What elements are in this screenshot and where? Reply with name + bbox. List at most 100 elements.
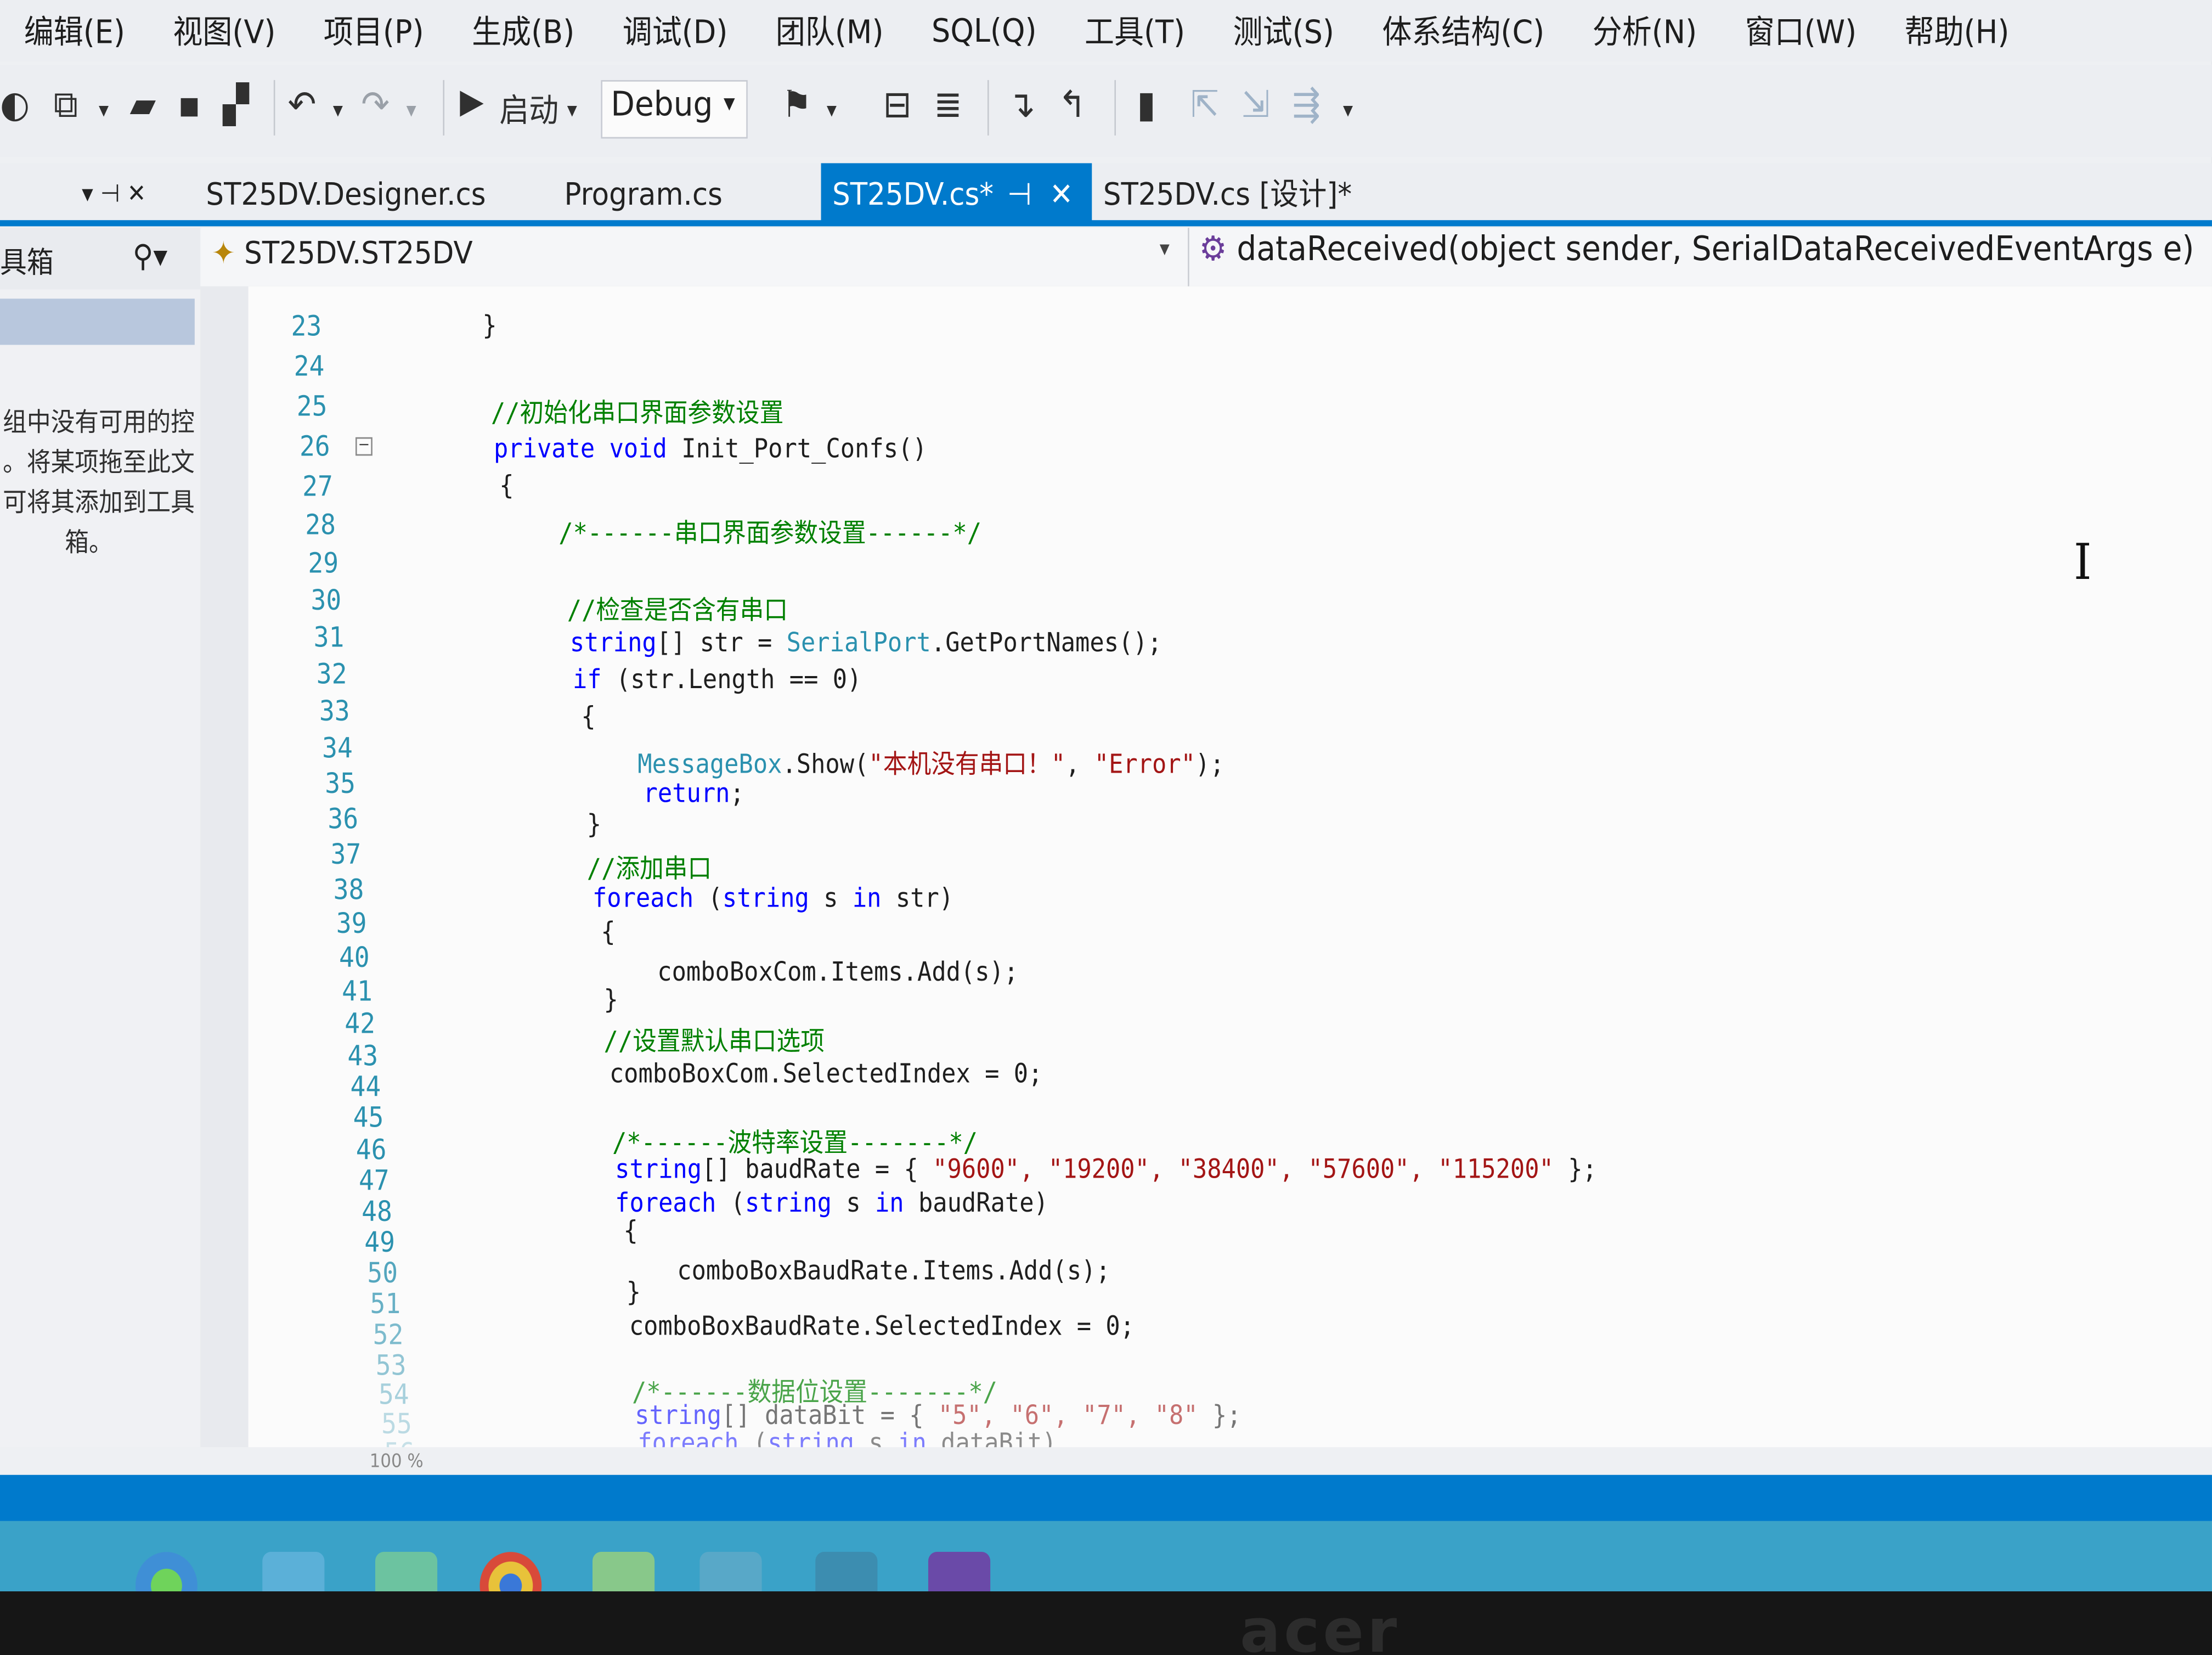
start-dropdown-icon[interactable]: ▾: [567, 99, 577, 123]
document-tab-strip: ▾ ⊣ ✕ ST25DV.Designer.cs Program.cs ST25…: [0, 163, 2212, 225]
toolbar-options-icon[interactable]: ▾: [1343, 99, 1353, 123]
menu-test[interactable]: 测试(S): [1209, 8, 1358, 54]
member-scope-label: dataReceived(object sender, SerialDataRe…: [1237, 230, 2194, 269]
toolbar-separator: [987, 80, 989, 136]
menu-architecture[interactable]: 体系结构(C): [1358, 8, 1568, 54]
undo-dropdown-icon[interactable]: ▾: [333, 99, 343, 123]
line-number: 23: [291, 311, 322, 344]
code-line-39: {: [601, 917, 616, 949]
menu-edit[interactable]: 编辑(E): [0, 8, 149, 54]
code-line-32: if (str.Length == 0): [572, 665, 862, 696]
class-scope-label: ST25DV.ST25DV: [244, 234, 473, 271]
line-number: 43: [347, 1040, 379, 1073]
line-number: 51: [370, 1288, 401, 1321]
class-scope-dropdown[interactable]: ✦ ST25DV.ST25DV: [212, 234, 473, 271]
editor-status-row: 100 %: [0, 1447, 2212, 1478]
save-all-icon[interactable]: ▞: [223, 83, 249, 127]
solution-explorer-icon[interactable]: ⊟: [883, 83, 912, 127]
tab-program-cs[interactable]: Program.cs: [553, 163, 734, 224]
back-icon[interactable]: ◐: [0, 83, 30, 127]
redo-icon[interactable]: ↷: [361, 83, 390, 127]
search-icon[interactable]: ⚲▾: [133, 237, 167, 274]
menu-window[interactable]: 窗口(W): [1721, 8, 1881, 54]
menu-tools[interactable]: 工具(T): [1060, 8, 1209, 54]
menu-sql[interactable]: SQL(Q): [907, 12, 1060, 49]
toolbox-title: 具箱: [0, 246, 54, 280]
member-scope-dropdown[interactable]: ⚙ dataReceived(object sender, SerialData…: [1199, 231, 2212, 283]
line-number: 49: [364, 1227, 395, 1259]
line-number: 32: [316, 658, 347, 691]
code-line-30: //检查是否含有串口: [567, 595, 788, 627]
brand-logo: acer: [1240, 1596, 1401, 1655]
step-into-icon[interactable]: ↴: [1007, 83, 1036, 127]
line-number: 38: [333, 874, 364, 907]
line-number: 44: [350, 1071, 381, 1104]
line-number: 39: [336, 908, 367, 941]
tab-st25dv-design[interactable]: ST25DV.cs [设计]*: [1092, 163, 1363, 224]
undo-icon[interactable]: ↶: [288, 83, 317, 127]
next-bookmark-icon[interactable]: ⇲: [1242, 83, 1270, 127]
save-icon[interactable]: ▪: [178, 83, 201, 127]
line-number: 31: [313, 622, 345, 655]
new-project-icon[interactable]: ⧉: [54, 83, 78, 127]
line-number: 37: [330, 839, 362, 871]
start-play-icon[interactable]: ▶: [460, 83, 484, 122]
code-editor[interactable]: 23 24 25 26 27 28 29 30 31 32 33 34 35 3…: [200, 286, 2212, 1472]
clear-bookmarks-icon[interactable]: ⇶: [1292, 83, 1321, 127]
pane-dropdown-icon[interactable]: ▾ ⊣ ✕: [71, 163, 157, 224]
redo-dropdown-icon[interactable]: ▾: [407, 99, 416, 123]
configuration-value: Debug: [611, 86, 713, 125]
chevron-down-icon: ▾: [724, 87, 735, 117]
solution-configuration-select[interactable]: Debug ▾: [601, 80, 748, 139]
open-file-icon[interactable]: ▰: [130, 83, 156, 127]
line-number: 42: [345, 1008, 375, 1041]
line-number: 40: [338, 942, 370, 975]
code-line-48: {: [623, 1216, 638, 1247]
start-button-label[interactable]: 启动: [499, 86, 558, 132]
line-number: 55: [381, 1409, 412, 1442]
code-line-36: }: [586, 809, 602, 841]
line-number: 46: [356, 1134, 387, 1167]
standard-toolbar: ◐ ⧉ ▾ ▰ ▪ ▞ ↶ ▾ ↷ ▾ ▶ 启动 ▾ ⚑ ▾ ⊟ ≣ ↴ ↰ ▮…: [0, 64, 2212, 157]
dropdown-arrow-icon[interactable]: ▾: [99, 99, 109, 123]
chevron-down-icon[interactable]: ▾: [1160, 237, 1170, 262]
attach-process-icon[interactable]: ⚑: [782, 83, 812, 127]
laptop-bezel: [0, 1591, 2212, 1655]
tab-designer-cs[interactable]: ST25DV.Designer.cs: [195, 163, 497, 224]
overflow-icon[interactable]: ▾: [827, 99, 837, 123]
bookmark-icon[interactable]: ▮: [1137, 83, 1156, 127]
pin-icon[interactable]: ⊣: [1007, 163, 1032, 224]
step-out-icon[interactable]: ↰: [1058, 83, 1087, 127]
menu-help[interactable]: 帮助(H): [1881, 8, 2033, 54]
zoom-level[interactable]: 100 %: [370, 1450, 424, 1472]
menu-team[interactable]: 团队(M): [752, 8, 907, 54]
prev-bookmark-icon[interactable]: ⇱: [1190, 83, 1219, 127]
collapse-region-icon[interactable]: −: [355, 437, 373, 456]
close-icon[interactable]: ✕: [1049, 163, 1073, 224]
toolbar-separator: [1114, 80, 1116, 136]
line-number: 50: [367, 1258, 398, 1291]
menu-view[interactable]: 视图(V): [149, 8, 300, 54]
code-line-43: comboBoxCom.SelectedIndex = 0;: [609, 1059, 1043, 1090]
menu-debug[interactable]: 调试(D): [599, 8, 752, 54]
menu-bar: 编辑(E) 视图(V) 项目(P) 生成(B) 调试(D) 团队(M) SQL(…: [0, 0, 2212, 62]
line-number: 26: [299, 431, 330, 464]
code-line-54: string[] dataBit = { "5", "6", "7", "8" …: [635, 1401, 1242, 1432]
code-line-31: string[] str = SerialPort.GetPortNames()…: [569, 628, 1162, 659]
menu-build[interactable]: 生成(B): [448, 8, 599, 54]
line-number: 52: [373, 1319, 404, 1352]
code-line-45: /*------波特率设置-------*/: [612, 1128, 978, 1159]
line-number: 27: [302, 471, 333, 504]
code-line-34: MessageBox.Show("本机没有串口！", "Error");: [637, 750, 1224, 781]
code-line-47: foreach (string s in baudRate): [615, 1188, 1048, 1220]
menu-analyze[interactable]: 分析(N): [1568, 8, 1721, 54]
code-line-26: private void Init_Port_Confs(): [493, 434, 927, 465]
code-line-40: comboBoxCom.Items.Add(s);: [657, 958, 1019, 989]
method-icon: ⚙: [1199, 230, 1227, 269]
menu-project[interactable]: 项目(P): [300, 8, 448, 54]
format-icon[interactable]: ≣: [934, 83, 962, 127]
tab-st25dv-cs[interactable]: ST25DV.cs* ⊣ ✕: [821, 163, 1092, 225]
line-number: 25: [296, 391, 328, 424]
active-tab-underline: [0, 220, 2212, 227]
line-number: 45: [353, 1102, 384, 1135]
